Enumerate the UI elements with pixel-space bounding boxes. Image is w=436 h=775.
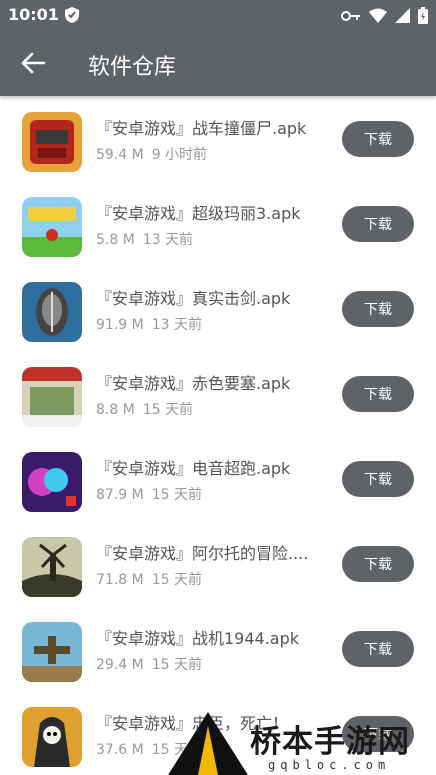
status-time: 10:01	[8, 5, 59, 24]
signal-icon	[395, 8, 410, 23]
download-button[interactable]: 下载	[342, 546, 414, 582]
download-button[interactable]: 下载	[342, 376, 414, 412]
app-age: 15 天前	[151, 657, 202, 673]
download-button[interactable]: 下载	[342, 206, 414, 242]
app-icon	[22, 537, 82, 597]
watermark-site: gqbloc.com	[268, 758, 391, 772]
app-size: 59.4 M	[96, 147, 144, 163]
app-meta: 87.9 M 15 天前	[96, 484, 202, 504]
list-item[interactable]: 『安卓游戏』超级玛丽3.apk 5.8 M 13 天前 下载	[0, 181, 436, 266]
back-arrow-icon[interactable]	[20, 51, 46, 75]
app-age: 13 天前	[151, 317, 202, 333]
app-meta: 29.4 M 15 天前	[96, 654, 202, 674]
shield-icon	[65, 7, 79, 23]
download-button[interactable]: 下载	[342, 121, 414, 157]
status-bar: 10:01	[0, 0, 436, 30]
app-icon	[22, 622, 82, 682]
app-age: 15 天前	[151, 572, 202, 588]
app-icon	[22, 452, 82, 512]
list-item[interactable]: 『安卓游戏』战机1944.apk 29.4 M 15 天前 下载	[0, 606, 436, 691]
app-name: 『安卓游戏』战车撞僵尸.apk	[96, 119, 307, 138]
app-age: 15 天前	[142, 402, 194, 418]
list-item[interactable]: 『安卓游戏』战车撞僵尸.apk 59.4 M 9 小时前 下载	[0, 96, 436, 181]
app-icon	[22, 707, 82, 767]
app-list: 『安卓游戏』战车撞僵尸.apk 59.4 M 9 小时前 下载 『安卓游戏』超级玛…	[0, 96, 436, 775]
app-size: 91.9 M	[96, 317, 144, 333]
vpn-key-icon	[341, 10, 360, 21]
app-size: 87.9 M	[96, 487, 144, 503]
app-meta: 91.9 M 13 天前	[96, 314, 202, 334]
app-size: 29.4 M	[96, 657, 144, 673]
list-item[interactable]: 『安卓游戏』电音超跑.apk 87.9 M 15 天前 下载	[0, 436, 436, 521]
battery-icon	[418, 7, 428, 24]
app-name: 『安卓游戏』真实击剑.apk	[96, 289, 291, 308]
app-age: 13 天前	[142, 232, 194, 248]
app-name: 『安卓游戏』超级玛丽3.apk	[96, 204, 301, 223]
app-size: 5.8 M	[96, 232, 135, 248]
app-bar: 软件仓库	[0, 30, 436, 96]
download-button[interactable]: 下载	[342, 631, 414, 667]
app-age: 9 小时前	[151, 147, 208, 163]
app-name: 『安卓游戏』电音超跑.apk	[96, 459, 291, 478]
app-size: 8.8 M	[96, 402, 135, 418]
app-icon	[22, 197, 82, 257]
app-size: 37.6 M	[96, 742, 144, 758]
app-age: 15 天前	[151, 487, 202, 503]
app-meta: 8.8 M 15 天前	[96, 399, 193, 419]
app-icon	[22, 367, 82, 427]
download-button[interactable]: 下载	[342, 461, 414, 497]
list-item[interactable]: 『安卓游戏』真实击剑.apk 91.9 M 13 天前 下载	[0, 266, 436, 351]
logo-triangle-icon	[168, 712, 248, 775]
watermark-brand: 桥本手游网	[250, 724, 410, 760]
download-button[interactable]: 下载	[342, 291, 414, 327]
app-meta: 59.4 M 9 小时前	[96, 144, 207, 164]
app-name: 『安卓游戏』阿尔托的冒险....	[96, 544, 309, 563]
wifi-icon	[369, 8, 387, 23]
app-meta: 5.8 M 13 天前	[96, 229, 193, 249]
app-icon	[22, 112, 82, 172]
page-title: 软件仓库	[88, 55, 177, 80]
list-item[interactable]: 『安卓游戏』阿尔托的冒险.... 71.8 M 15 天前 下载	[0, 521, 436, 606]
app-name: 『安卓游戏』赤色要塞.apk	[96, 374, 291, 393]
app-icon	[22, 282, 82, 342]
app-meta: 71.8 M 15 天前	[96, 569, 202, 589]
app-name: 『安卓游戏』战机1944.apk	[96, 629, 300, 648]
app-size: 71.8 M	[96, 572, 144, 588]
list-item[interactable]: 『安卓游戏』赤色要塞.apk 8.8 M 15 天前 下载	[0, 351, 436, 436]
site-watermark: 桥本手游网 gqbloc.com	[168, 712, 436, 775]
